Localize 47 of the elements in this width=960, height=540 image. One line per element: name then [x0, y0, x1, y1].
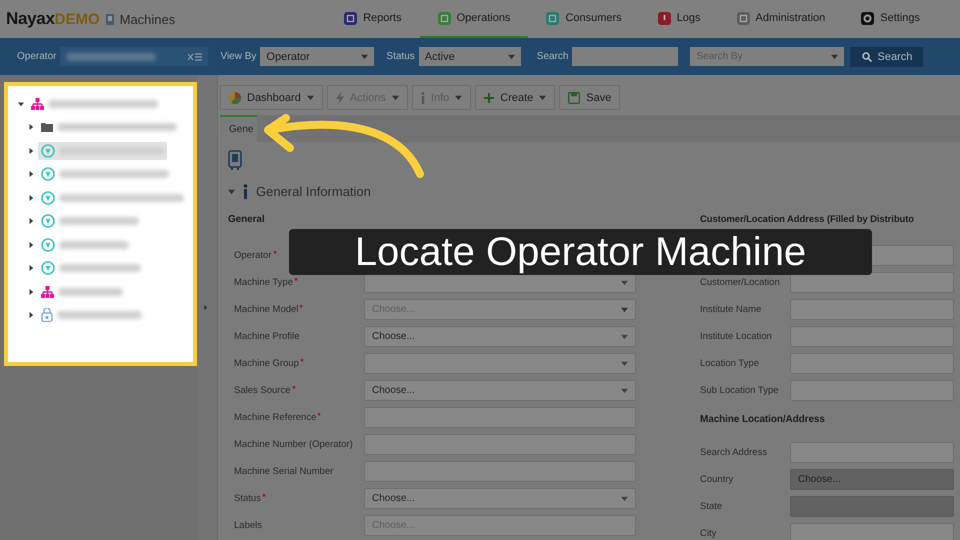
toolbar-button[interactable]: Save: [559, 85, 620, 110]
nav-tab[interactable]: Consumers: [528, 0, 640, 38]
field-label: Institute Location: [700, 331, 772, 342]
field-label: Machine Reference: [234, 412, 322, 423]
filter-label: Operator: [17, 51, 56, 62]
view-by-dropdown[interactable]: Operator: [260, 47, 374, 66]
filter-label: Status: [386, 51, 415, 62]
status-dropdown[interactable]: Active: [418, 47, 521, 66]
field-label: Operator: [234, 250, 276, 261]
field-label: Machine Type: [234, 277, 298, 288]
field-label: Country: [700, 474, 734, 485]
field-label: Machine Group: [234, 358, 304, 369]
field-label: Search Address: [700, 447, 768, 458]
dropdown-field[interactable]: Choose...: [364, 380, 636, 401]
field-label: Machine Number (Operator): [234, 439, 353, 450]
field-label: Labels: [234, 520, 262, 531]
toolbar-button[interactable]: Dashboard: [220, 85, 323, 110]
section-heading: Customer/Location Address (Filled by Distributo: [700, 212, 915, 226]
search-button[interactable]: Search: [850, 46, 924, 66]
field-label: Machine Model: [234, 304, 304, 315]
brand-suffix: DEMO: [54, 10, 100, 28]
section-heading: Machine Location/Address: [700, 412, 826, 426]
tab[interactable]: Gene: [220, 115, 258, 142]
dropdown-field[interactable]: Choose...: [364, 488, 636, 509]
field-label: Machine Serial Number: [234, 466, 334, 477]
nav-tab[interactable]: Administration: [718, 0, 844, 38]
field-label: Sub Location Type: [700, 385, 779, 396]
section-heading: General: [228, 212, 266, 226]
nav-tab[interactable]: Logs: [640, 0, 719, 38]
filter-label: Search: [536, 51, 568, 62]
section-title: General Information: [256, 184, 371, 198]
page-title: Machines: [120, 12, 176, 26]
toolbar-button[interactable]: Create: [475, 85, 556, 110]
field-label: Customer/Location: [700, 277, 780, 288]
field-label: Machine Profile: [234, 331, 300, 342]
dropdown-field[interactable]: Choose...: [364, 326, 636, 347]
field-label: Sales Source: [234, 385, 296, 396]
field-label: Institute Name: [700, 304, 762, 315]
nav-tab[interactable]: Settings: [843, 0, 938, 38]
field-label: State: [700, 501, 722, 512]
nav-tab[interactable]: Reports: [326, 0, 420, 38]
field-label: Status: [234, 493, 266, 504]
brand-logo: Nayax: [6, 9, 55, 29]
filter-label: View By: [220, 51, 256, 62]
callout-tooltip: Locate Operator Machine: [289, 229, 872, 275]
field-label: Location Type: [700, 358, 759, 369]
field-label: City: [700, 528, 716, 539]
